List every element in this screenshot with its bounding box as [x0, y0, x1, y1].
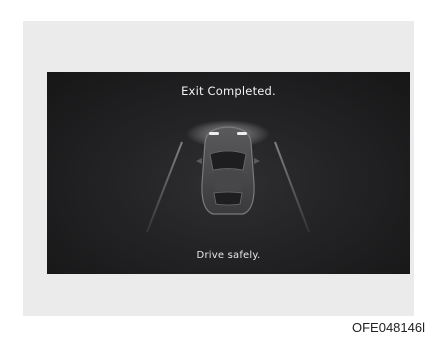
car-exit-illustration	[146, 120, 310, 233]
right-lane-line	[274, 141, 310, 233]
parking-assist-screen: Exit Completed. Drive safely.	[47, 72, 410, 274]
figure-code: OFE048146l	[352, 320, 425, 335]
left-lane-line	[146, 141, 183, 233]
status-message: Drive safely.	[196, 250, 261, 261]
car-icon	[196, 126, 260, 215]
status-title: Exit Completed.	[181, 84, 276, 98]
